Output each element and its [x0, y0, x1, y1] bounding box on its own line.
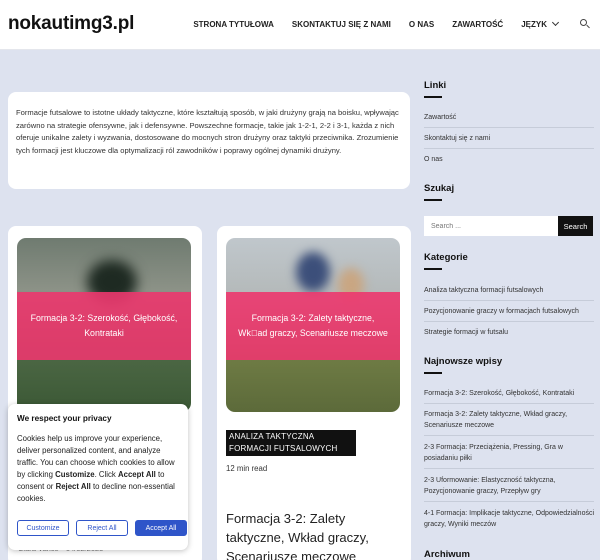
chevron-down-icon	[551, 18, 560, 27]
site-logo[interactable]: nokautimg3.pl	[8, 13, 134, 35]
cookie-buttons: Customize Reject All Accept All	[17, 520, 194, 536]
post-thumbnail[interactable]: Formacja 3-2: Szerokość, Głębokość, Kont…	[17, 238, 191, 412]
recent-posts-widget-title: Najnowsze wpisy	[424, 356, 503, 367]
post-category-tag[interactable]: ANALIZA TAKTYCZNA FORMACJI FUTSALOWYCH	[226, 430, 356, 456]
nav-content[interactable]: ZAWARTOŚĆ	[452, 20, 503, 29]
archive-widget-title: Archiwum	[424, 549, 470, 560]
search-icon[interactable]	[580, 19, 590, 29]
sidebar-search-input[interactable]	[424, 216, 558, 236]
widget-underline	[424, 268, 442, 270]
site-header: nokautimg3.pl STRONA TYTUŁOWA SKONTAKTUJ…	[0, 0, 600, 50]
links-widget-title: Linki	[424, 80, 447, 91]
nav-language[interactable]: JĘZYK	[521, 18, 560, 29]
nav-language-label: JĘZYK	[521, 19, 547, 29]
recent-post-link[interactable]: Formacja 3-2: Szerokość, Głębokość, Kont…	[424, 389, 594, 400]
category-link[interactable]: Analiza taktyczna formacji futsalowych	[424, 286, 594, 297]
categories-widget-title: Kategorie	[424, 252, 468, 263]
post-overlay-title: Formacja 3-2: Zalety taktyczne, Wk ad gr…	[226, 292, 400, 360]
sidebar-search-button[interactable]: Search	[558, 216, 593, 236]
intro-card: Formacje futsalowe to istotne układy tak…	[8, 92, 410, 189]
widget-underline	[424, 96, 442, 98]
intro-text: Formacje futsalowe to istotne układy tak…	[16, 108, 399, 155]
nav-home[interactable]: STRONA TYTUŁOWA	[193, 20, 274, 29]
cookie-accept-button[interactable]: Accept All	[135, 520, 187, 536]
cookie-text: Cookies help us improve your experience,…	[17, 434, 175, 504]
cookie-consent-dialog: We respect your privacy Cookies help us …	[8, 404, 188, 550]
main-nav: STRONA TYTUŁOWA SKONTAKTUJ SIĘ Z NAMI O …	[175, 18, 590, 29]
widget-underline	[424, 199, 442, 201]
recent-post-link[interactable]: 2-3 Formacja: Przeciążenia, Pressing, Gr…	[424, 443, 594, 464]
recent-post-link[interactable]: Formacja 3-2: Zalety taktyczne, Wkład gr…	[424, 410, 594, 431]
cookie-title: We respect your privacy	[17, 414, 112, 423]
post-thumbnail[interactable]: Formacja 3-2: Zalety taktyczne, Wk ad gr…	[226, 238, 400, 412]
post-title[interactable]: Formacja 3-2: Zalety taktyczne, Wkład gr…	[226, 509, 406, 560]
nav-about[interactable]: O NAS	[409, 20, 434, 29]
post-read-time: 12 min read	[226, 464, 268, 473]
sidebar-link-content[interactable]: Zawartość	[424, 113, 594, 124]
category-link[interactable]: Pozycjonowanie graczy w formacjach futsa…	[424, 307, 594, 318]
recent-post-link[interactable]: 4-1 Formacja: Implikacje taktyczne, Odpo…	[424, 509, 594, 530]
cookie-customize-button[interactable]: Customize	[17, 520, 69, 536]
sidebar-link-contact[interactable]: Skontaktuj się z nami	[424, 134, 594, 145]
recent-post-link[interactable]: 2-3 Uformowanie: Elastyczność taktyczna,…	[424, 476, 594, 497]
cookie-reject-button[interactable]: Reject All	[76, 520, 128, 536]
post-overlay-title: Formacja 3-2: Szerokość, Głębokość, Kont…	[17, 292, 191, 360]
sidebar-link-about[interactable]: O nas	[424, 155, 594, 166]
search-widget-title: Szukaj	[424, 183, 455, 194]
widget-underline	[424, 372, 442, 374]
post-card: Formacja 3-2: Zalety taktyczne, Wk ad gr…	[217, 226, 411, 560]
category-link[interactable]: Strategie formacji w futsalu	[424, 328, 594, 339]
nav-contact[interactable]: SKONTAKTUJ SIĘ Z NAMI	[292, 20, 391, 29]
